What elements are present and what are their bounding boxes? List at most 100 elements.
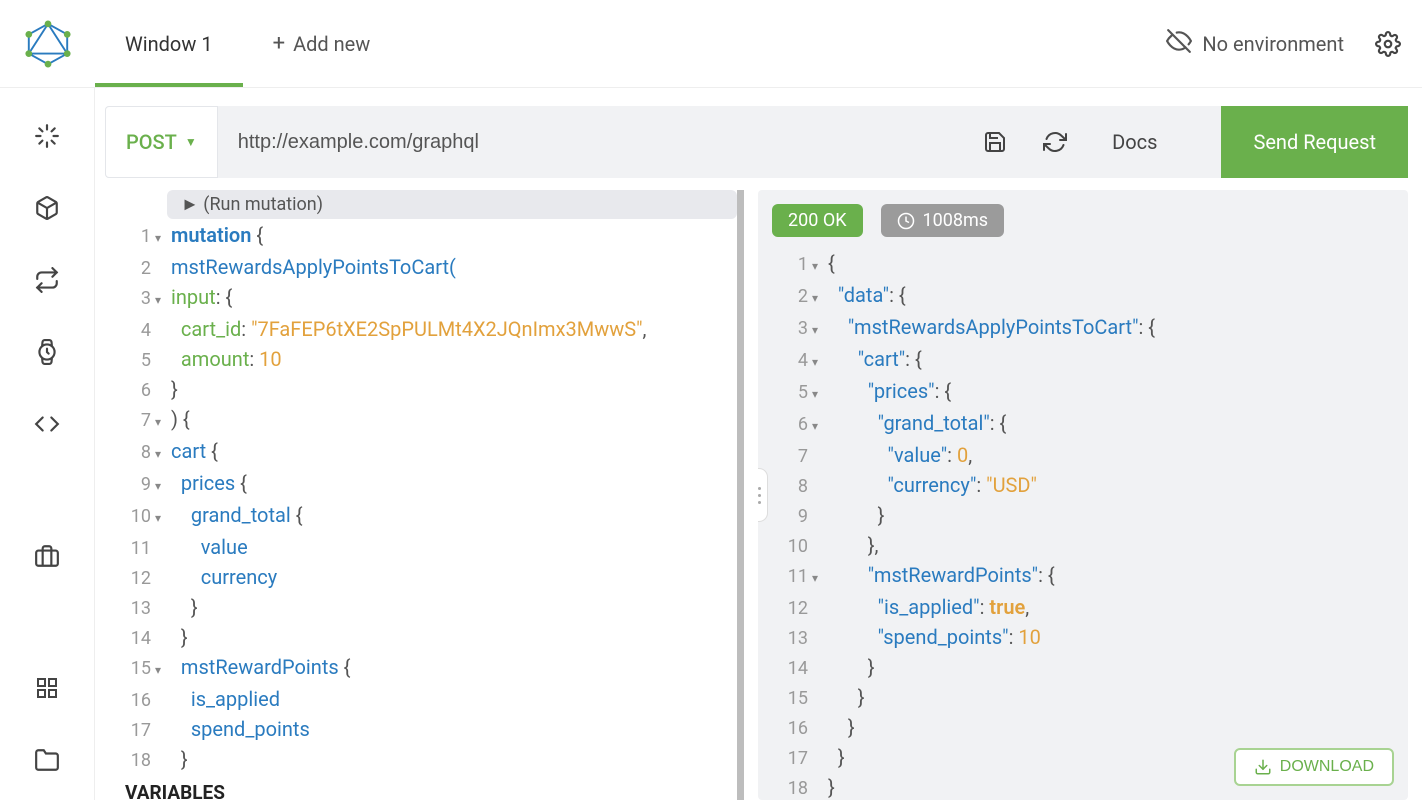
clock-icon bbox=[897, 212, 915, 230]
loading-icon[interactable] bbox=[33, 122, 61, 150]
window-tabs: Window 1 + Add new bbox=[95, 0, 400, 87]
tab-window-1[interactable]: Window 1 bbox=[95, 0, 243, 87]
editor-line: 12 currency bbox=[111, 563, 737, 593]
panes: ► (Run mutation) 1▾mutation {2mstRewards… bbox=[105, 190, 1408, 800]
fold-icon[interactable]: ▾ bbox=[812, 380, 828, 409]
editor-line: 2mstRewardsApplyPointsToCart( bbox=[111, 253, 737, 283]
briefcase-icon[interactable] bbox=[33, 542, 61, 570]
environment-selector[interactable]: No environment bbox=[1166, 28, 1344, 59]
method-selector[interactable]: POST ▼ bbox=[105, 106, 218, 178]
line-code: } bbox=[171, 593, 198, 622]
fold-icon[interactable]: ▾ bbox=[812, 252, 828, 281]
fold-icon[interactable]: ▾ bbox=[155, 224, 171, 253]
line-number: 18 bbox=[768, 774, 812, 800]
fold-icon[interactable]: ▾ bbox=[812, 412, 828, 441]
line-number: 13 bbox=[111, 594, 155, 623]
fold-icon[interactable]: ▾ bbox=[155, 656, 171, 685]
settings-button[interactable] bbox=[1374, 30, 1402, 58]
editor-line: 11 value bbox=[111, 533, 737, 563]
save-button[interactable] bbox=[982, 129, 1008, 155]
folder-icon[interactable] bbox=[33, 746, 61, 774]
variables-header[interactable]: VARIABLES bbox=[111, 775, 737, 800]
line-number: 12 bbox=[111, 564, 155, 593]
code-icon[interactable] bbox=[33, 410, 61, 438]
line-number: 14 bbox=[768, 654, 812, 683]
response-editor[interactable]: 1▾{2▾ "data": {3▾ "mstRewardsApplyPoints… bbox=[768, 249, 1394, 800]
reload-button[interactable] bbox=[1042, 129, 1068, 155]
add-new-tab[interactable]: + Add new bbox=[243, 0, 401, 87]
send-request-button[interactable]: Send Request bbox=[1221, 106, 1408, 178]
line-code: } bbox=[828, 743, 845, 772]
editor-line: 15 } bbox=[768, 683, 1394, 713]
line-number: 11 bbox=[111, 534, 155, 563]
line-code: "grand_total": { bbox=[828, 409, 1006, 438]
line-code: }, bbox=[828, 531, 878, 560]
fold-icon[interactable]: ▾ bbox=[155, 440, 171, 469]
run-mutation-button[interactable]: ► (Run mutation) bbox=[167, 190, 737, 219]
line-number: 9 bbox=[111, 470, 155, 499]
method-label: POST bbox=[126, 130, 177, 154]
line-code: cart_id: "7FaFEP6tXE2SpPULMt4X2JQnImx3Mw… bbox=[171, 315, 646, 344]
line-code: "mstRewardsApplyPointsToCart": { bbox=[828, 313, 1155, 342]
line-number: 10 bbox=[111, 502, 155, 531]
add-new-label: Add new bbox=[293, 32, 370, 56]
line-number: 7 bbox=[768, 442, 812, 471]
line-number: 6 bbox=[768, 410, 812, 439]
fold-icon[interactable]: ▾ bbox=[155, 472, 171, 501]
editor-line: 1▾{ bbox=[768, 249, 1394, 281]
url-input[interactable] bbox=[218, 106, 972, 178]
fold-icon[interactable]: ▾ bbox=[155, 408, 171, 437]
line-number: 14 bbox=[111, 624, 155, 653]
request-editor[interactable]: 1▾mutation {2mstRewardsApplyPointsToCart… bbox=[111, 221, 737, 775]
url-bar: POST ▼ Docs bbox=[105, 106, 1408, 178]
editor-line: 14 } bbox=[768, 653, 1394, 683]
line-code: } bbox=[171, 745, 188, 774]
line-code: mutation { bbox=[171, 221, 263, 250]
editor-line: 11▾ "mstRewardPoints": { bbox=[768, 561, 1394, 593]
line-code: } bbox=[828, 713, 855, 742]
line-number: 3 bbox=[111, 284, 155, 313]
line-code: } bbox=[828, 773, 835, 800]
line-number: 1 bbox=[111, 222, 155, 251]
editor-line: 3▾input: { bbox=[111, 283, 737, 315]
line-code: "spend_points": 10 bbox=[828, 623, 1041, 652]
pane-drag-handle[interactable] bbox=[758, 468, 768, 522]
line-code: mstRewardPoints { bbox=[171, 653, 350, 682]
line-number: 17 bbox=[111, 716, 155, 745]
editor-line: 13 "spend_points": 10 bbox=[768, 623, 1394, 653]
editor-line: 14 } bbox=[111, 623, 737, 653]
fold-icon[interactable]: ▾ bbox=[812, 284, 828, 313]
line-number: 15 bbox=[768, 684, 812, 713]
cube-icon[interactable] bbox=[33, 194, 61, 222]
line-number: 7 bbox=[111, 406, 155, 435]
grid-icon[interactable] bbox=[33, 674, 61, 702]
status-badge: 200 OK bbox=[772, 204, 863, 237]
line-number: 13 bbox=[768, 624, 812, 653]
line-code: prices { bbox=[171, 469, 247, 498]
run-label: (Run mutation) bbox=[203, 194, 323, 215]
fold-icon[interactable]: ▾ bbox=[155, 504, 171, 533]
line-code: } bbox=[171, 623, 188, 652]
download-icon bbox=[1254, 758, 1272, 776]
download-button[interactable]: DOWNLOAD bbox=[1234, 748, 1394, 786]
fold-icon[interactable]: ▾ bbox=[155, 286, 171, 315]
editor-line: 15▾ mstRewardPoints { bbox=[111, 653, 737, 685]
line-number: 15 bbox=[111, 654, 155, 683]
repeat-icon[interactable] bbox=[33, 266, 61, 294]
fold-icon[interactable]: ▾ bbox=[812, 316, 828, 345]
fold-icon[interactable]: ▾ bbox=[812, 348, 828, 377]
fold-icon[interactable]: ▾ bbox=[812, 564, 828, 593]
line-code: "data": { bbox=[828, 281, 906, 310]
line-code: } bbox=[171, 375, 178, 404]
editor-line: 5 amount: 10 bbox=[111, 345, 737, 375]
docs-button[interactable]: Docs bbox=[1102, 130, 1167, 154]
line-code: currency bbox=[171, 563, 277, 592]
editor-line: 1▾mutation { bbox=[111, 221, 737, 253]
sidebar bbox=[0, 88, 95, 800]
watch-icon[interactable] bbox=[33, 338, 61, 366]
environment-label: No environment bbox=[1202, 32, 1344, 56]
editor-line: 18 } bbox=[111, 745, 737, 775]
editor-line: 10 }, bbox=[768, 531, 1394, 561]
editor-line: 17 spend_points bbox=[111, 715, 737, 745]
line-code: } bbox=[828, 501, 884, 530]
